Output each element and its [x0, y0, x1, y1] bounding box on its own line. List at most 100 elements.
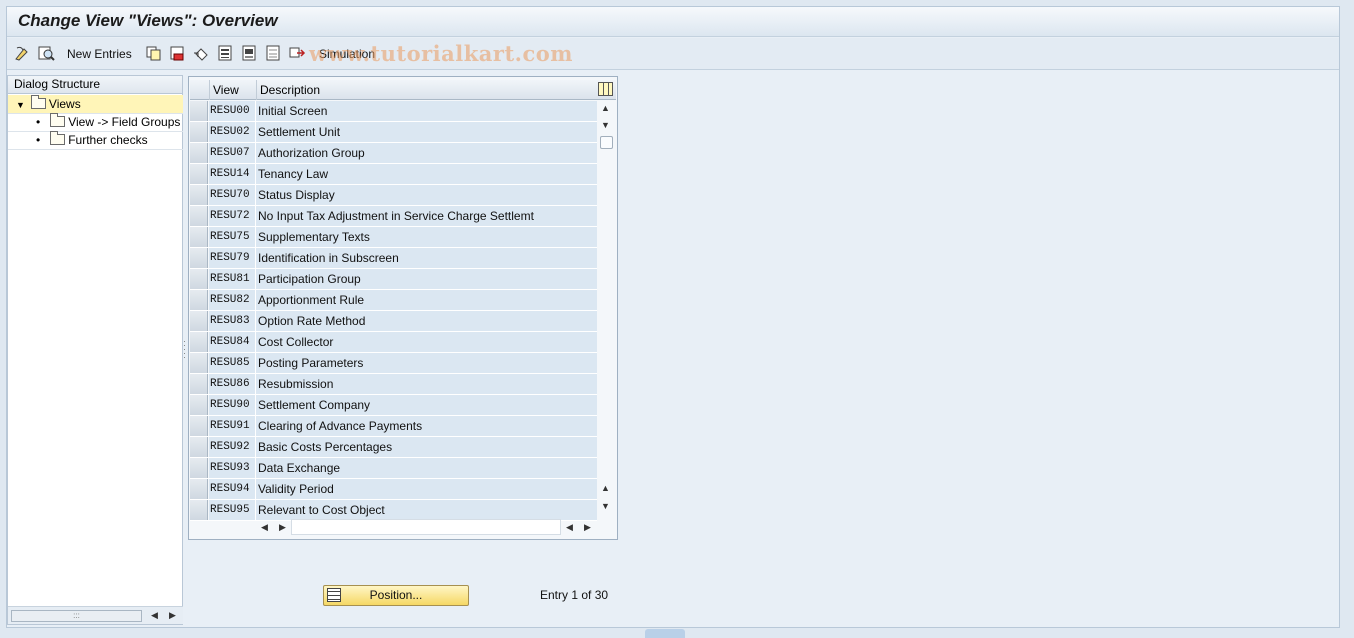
- cell-view[interactable]: RESU92: [209, 437, 256, 457]
- table-row[interactable]: RESU79 Identification in Subscreen: [190, 248, 597, 269]
- cell-description[interactable]: Status Display: [256, 185, 597, 205]
- cell-description[interactable]: Posting Parameters: [256, 353, 597, 373]
- row-selector[interactable]: [190, 437, 208, 457]
- scroll-page-up-icon[interactable]: ▲: [601, 483, 610, 493]
- table-row[interactable]: RESU81 Participation Group: [190, 269, 597, 290]
- scroll-right-icon[interactable]: ▶: [169, 610, 176, 621]
- scroll-up-icon[interactable]: ▲: [601, 103, 610, 113]
- tree-horizontal-scrollbar[interactable]: ::: ◀ ▶: [8, 606, 183, 624]
- table-row[interactable]: RESU00 Initial Screen: [190, 101, 597, 122]
- row-selector[interactable]: [190, 395, 208, 415]
- row-selector[interactable]: [190, 101, 208, 121]
- table-row[interactable]: RESU83 Option Rate Method: [190, 311, 597, 332]
- table-row[interactable]: RESU07 Authorization Group: [190, 143, 597, 164]
- column-header-description[interactable]: Description: [256, 80, 596, 100]
- row-selector[interactable]: [190, 227, 208, 247]
- cell-view[interactable]: RESU81: [209, 269, 256, 289]
- cell-description[interactable]: Resubmission: [256, 374, 597, 394]
- scroll-thumb[interactable]: [600, 136, 613, 149]
- cell-view[interactable]: RESU91: [209, 416, 256, 436]
- cell-view[interactable]: RESU07: [209, 143, 256, 163]
- scroll-right-icon[interactable]: ▶: [584, 522, 591, 533]
- undo-icon[interactable]: [193, 45, 210, 62]
- cell-description[interactable]: Basic Costs Percentages: [256, 437, 597, 457]
- scroll-right-icon[interactable]: ▶: [279, 522, 286, 533]
- row-selector[interactable]: [190, 206, 208, 226]
- table-vertical-scrollbar[interactable]: ▲ ▼ ▲ ▼: [598, 101, 616, 516]
- cell-description[interactable]: Clearing of Advance Payments: [256, 416, 597, 436]
- row-selector[interactable]: [190, 269, 208, 289]
- row-selector[interactable]: [190, 374, 208, 394]
- table-row[interactable]: RESU82 Apportionment Rule: [190, 290, 597, 311]
- scroll-left-icon[interactable]: ◀: [151, 610, 158, 621]
- copy-icon[interactable]: [145, 45, 162, 62]
- scroll-down-icon[interactable]: ▼: [601, 120, 610, 130]
- table-row[interactable]: RESU70 Status Display: [190, 185, 597, 206]
- row-selector[interactable]: [190, 164, 208, 184]
- cell-view[interactable]: RESU85: [209, 353, 256, 373]
- table-row[interactable]: RESU93 Data Exchange: [190, 458, 597, 479]
- cell-view[interactable]: RESU75: [209, 227, 256, 247]
- splitter-handle[interactable]: · · · · ·: [183, 337, 186, 362]
- display-change-icon[interactable]: [14, 45, 31, 62]
- scroll-left-icon[interactable]: ◀: [261, 522, 268, 533]
- table-row[interactable]: RESU72 No Input Tax Adjustment in Service…: [190, 206, 597, 227]
- cell-description[interactable]: Validity Period: [256, 479, 597, 499]
- table-row[interactable]: RESU90 Settlement Company: [190, 395, 597, 416]
- row-selector[interactable]: [190, 248, 208, 268]
- cell-view[interactable]: RESU86: [209, 374, 256, 394]
- table-row[interactable]: RESU02 Settlement Unit: [190, 122, 597, 143]
- cell-description[interactable]: Identification in Subscreen: [256, 248, 597, 268]
- row-selector[interactable]: [190, 122, 208, 142]
- row-selector[interactable]: [190, 353, 208, 373]
- select-all-rows-cell[interactable]: [190, 80, 209, 100]
- cell-view[interactable]: RESU95: [209, 500, 256, 520]
- cell-view[interactable]: RESU83: [209, 311, 256, 331]
- cell-description[interactable]: Settlement Company: [256, 395, 597, 415]
- cell-description[interactable]: Data Exchange: [256, 458, 597, 478]
- tree-item-further-checks[interactable]: • Further checks: [8, 131, 183, 149]
- cell-description[interactable]: No Input Tax Adjustment in Service Charg…: [256, 206, 597, 226]
- row-selector[interactable]: [190, 416, 208, 436]
- row-selector[interactable]: [190, 500, 208, 520]
- table-row[interactable]: RESU92 Basic Costs Percentages: [190, 437, 597, 458]
- table-row[interactable]: RESU94 Validity Period: [190, 479, 597, 500]
- cell-view[interactable]: RESU94: [209, 479, 256, 499]
- table-row[interactable]: RESU84 Cost Collector: [190, 332, 597, 353]
- details-icon[interactable]: [38, 45, 55, 62]
- cell-description[interactable]: Supplementary Texts: [256, 227, 597, 247]
- position-button[interactable]: Position...: [323, 585, 469, 606]
- row-selector[interactable]: [190, 458, 208, 478]
- row-selector[interactable]: [190, 185, 208, 205]
- row-selector[interactable]: [190, 143, 208, 163]
- cell-description[interactable]: Participation Group: [256, 269, 597, 289]
- cell-view[interactable]: RESU90: [209, 395, 256, 415]
- cell-view[interactable]: RESU82: [209, 290, 256, 310]
- table-row[interactable]: RESU86 Resubmission: [190, 374, 597, 395]
- cell-description[interactable]: Authorization Group: [256, 143, 597, 163]
- table-row[interactable]: RESU95 Relevant to Cost Object: [190, 500, 597, 521]
- table-row[interactable]: RESU14 Tenancy Law: [190, 164, 597, 185]
- column-settings-icon[interactable]: [598, 82, 613, 96]
- column-header-view[interactable]: View: [209, 80, 256, 100]
- select-all-icon[interactable]: [217, 45, 234, 62]
- table-row[interactable]: RESU75 Supplementary Texts: [190, 227, 597, 248]
- expand-triangle-icon[interactable]: ▼: [16, 100, 25, 110]
- scroll-left-icon[interactable]: ◀: [566, 522, 573, 533]
- cell-description[interactable]: Initial Screen: [256, 101, 597, 121]
- scroll-page-down-icon[interactable]: ▼: [601, 501, 610, 511]
- cell-description[interactable]: Settlement Unit: [256, 122, 597, 142]
- row-selector[interactable]: [190, 311, 208, 331]
- deselect-all-icon[interactable]: [265, 45, 282, 62]
- delete-icon[interactable]: [169, 45, 186, 62]
- row-selector[interactable]: [190, 290, 208, 310]
- new-entries-button[interactable]: New Entries: [67, 47, 132, 61]
- tree-item-views[interactable]: ▼ Views: [8, 95, 183, 113]
- cell-view[interactable]: RESU14: [209, 164, 256, 184]
- cell-description[interactable]: Cost Collector: [256, 332, 597, 352]
- cell-description[interactable]: Apportionment Rule: [256, 290, 597, 310]
- cell-view[interactable]: RESU93: [209, 458, 256, 478]
- select-block-icon[interactable]: [241, 45, 258, 62]
- cell-view[interactable]: RESU84: [209, 332, 256, 352]
- row-selector[interactable]: [190, 479, 208, 499]
